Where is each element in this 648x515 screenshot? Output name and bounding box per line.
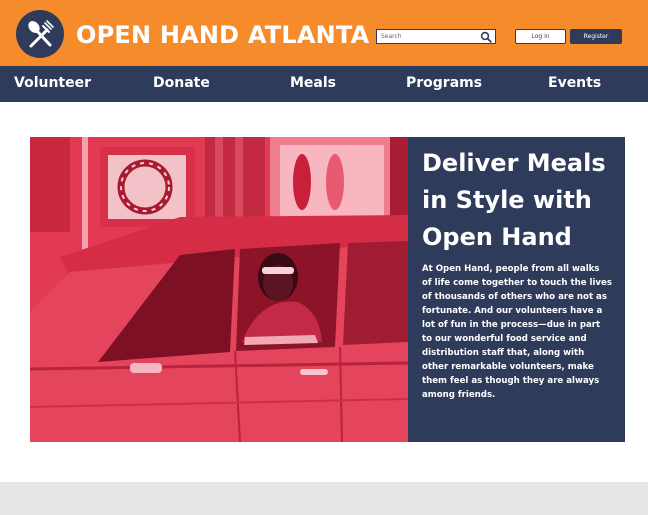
nav-item-donate[interactable]: Donate (153, 66, 210, 102)
main-nav: Volunteer Donate Meals Programs Events (0, 66, 648, 102)
hero-section: Deliver Meals in Style with Open Hand At… (30, 137, 625, 442)
volunteer-car-photo (30, 137, 408, 442)
hero-title: Deliver Meals in Style with Open Hand (422, 149, 606, 251)
search-button[interactable] (480, 31, 492, 43)
login-button[interactable]: Log in (515, 29, 566, 44)
brand-name[interactable]: OPEN HAND ATLANTA (76, 20, 369, 50)
hero-text-panel: Deliver Meals in Style with Open Hand At… (408, 137, 625, 442)
search-icon (480, 31, 492, 43)
fork-spoon-icon (28, 20, 54, 48)
nav-item-volunteer[interactable]: Volunteer (14, 66, 91, 102)
logo[interactable] (16, 10, 64, 58)
footer-band (0, 482, 648, 515)
nav-item-programs[interactable]: Programs (406, 66, 482, 102)
hero-description: At Open Hand, people from all walks of l… (422, 264, 612, 400)
register-button[interactable]: Register (570, 29, 622, 44)
nav-item-meals[interactable]: Meals (290, 66, 336, 102)
hero-image (30, 137, 408, 442)
nav-item-events[interactable]: Events (548, 66, 601, 102)
site-header: OPEN HAND ATLANTA Log in Register (0, 0, 648, 66)
search-box (376, 29, 496, 44)
search-input[interactable] (381, 30, 475, 43)
